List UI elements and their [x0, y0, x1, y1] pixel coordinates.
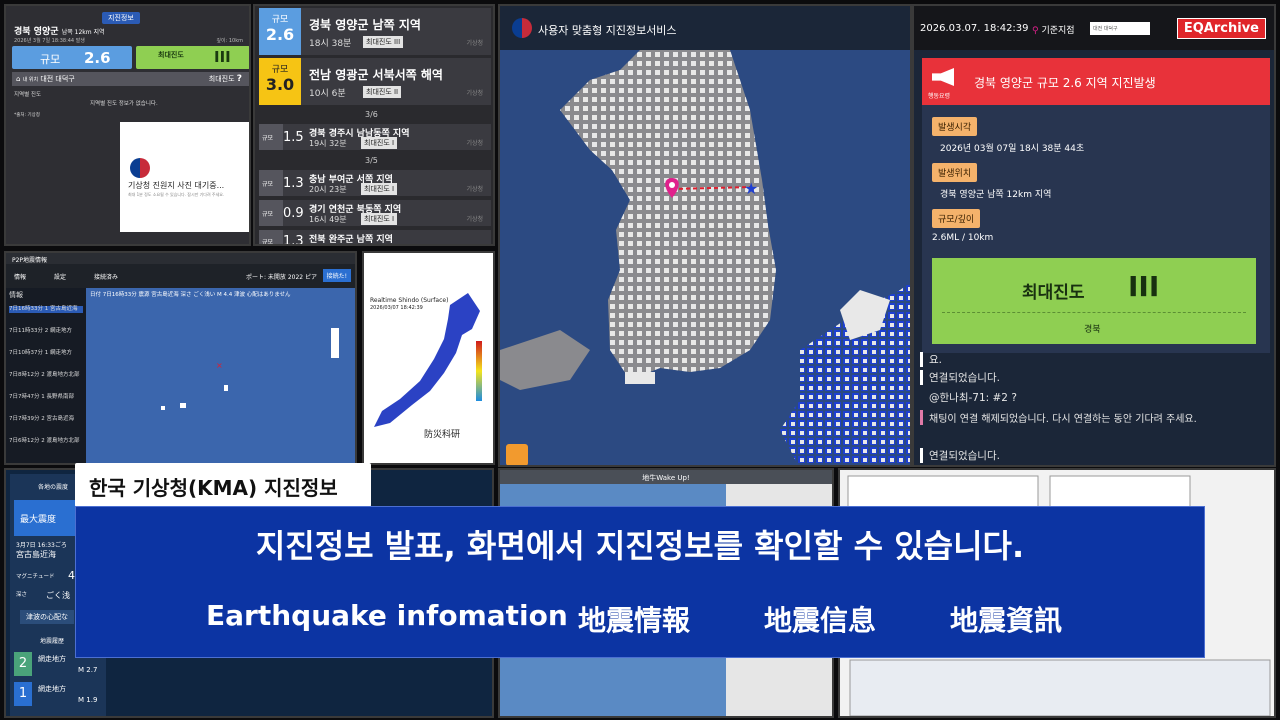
megaphone-icon [932, 68, 954, 86]
lang-ja: 地震情報 [578, 604, 691, 637]
list-item[interactable]: 7日6時12分 2 渡島地方北部 [9, 438, 83, 445]
issued-time: 2026년 3월 7일 18:38:44 발생 [14, 38, 85, 44]
chat-message: 연결되었습니다. [920, 448, 1270, 463]
map-svg: ★ [500, 50, 910, 465]
chat-message: @한나최-71: #2 ? [929, 392, 1017, 404]
brand-logo: EQArchive [1176, 18, 1266, 39]
max-intensity-box: 최대진도 III [136, 46, 249, 69]
magdepth-value: 2.6ML / 10km [932, 233, 994, 243]
list-item[interactable]: 7日7時47分 1 長野県南部 [9, 394, 83, 401]
ref-point-label: ⚲ 기준지점 [1032, 26, 1075, 36]
port-status: ポート: 未開放 2022 ピア [246, 274, 318, 281]
connect-button[interactable]: 接続た! [322, 269, 351, 282]
p2p-panel: P2P地震情報 情報 設定 接続済み ポート: 未開放 2022 ピア 接続た!… [4, 251, 357, 465]
no-info-text: 지역별 진도 정보가 없습니다. [90, 101, 158, 107]
kma-logo-icon [130, 158, 150, 178]
quake-item[interactable]: 규모 1.5 경북 경주시 남남동쪽 지역 19시 32분 최대진도 I 기상청 [259, 124, 491, 150]
overlay-main-text: 지진정보 발표, 화면에서 지진정보를 확인할 수 있습니다. [255, 527, 1025, 565]
lang-en: Earthquake infomation [206, 599, 568, 632]
list-item[interactable]: 7日7時39分 2 宮古島近海 [9, 416, 83, 423]
kma-logo-icon [512, 18, 532, 38]
list-item[interactable]: 7日10時37分 1 網走地方 [9, 350, 83, 357]
ref-point-select[interactable]: 대전 대덕구 [1090, 22, 1150, 35]
chat-message: 연결되었습니다. [920, 370, 1270, 385]
pin-icon: ⚲ [1032, 26, 1039, 36]
time-label: 발생시각 [932, 117, 978, 136]
info-topbar: 2026.03.07. 18:42:39 ⚲ 기준지점 대전 대덕구 EQArc… [914, 6, 1274, 50]
nied-brand: 防災科研 [424, 430, 461, 440]
map-header: 사용자 맞춤형 지진정보서비스 [500, 6, 910, 50]
quake-item[interactable]: 규모 1.3 전북 완주군 남쪽 지역 [259, 230, 491, 244]
max-intensity-card: 최대진도 III 경북 [932, 258, 1256, 344]
overlay-languages: Earthquake infomation 地震情報 地震信息 地震資訊 [76, 599, 1204, 639]
date-separator: 3/5 [365, 156, 378, 165]
my-location-row: ⌂ 내 위치 대전 대덕구 최대진도 ? [12, 72, 249, 86]
eq-info-panel: 2026.03.07. 18:42:39 ⚲ 기준지점 대전 대덕구 EQArc… [912, 4, 1276, 467]
list-item[interactable]: 7日16時33分 1 宮古島近海 [9, 306, 83, 313]
tab-settings[interactable]: 設定 [54, 272, 66, 281]
quake-item[interactable]: 규모 3.0 전남 영광군 서북서쪽 해역 10시 6분 최대진도 II 기상청 [259, 58, 491, 105]
clock: 2026.03.07. 18:42:39 [920, 23, 1029, 34]
svg-text:×: × [216, 361, 223, 370]
magdepth-label: 규모/깊이 [932, 209, 981, 228]
chat-message: 요. [920, 352, 1270, 367]
chat-message: 채팅이 연결 해제되었습니다. 다시 연결하는 동안 기다려 주세요. [920, 410, 1270, 425]
kma-location: 경북 영양군 남쪽 12km 지역 [14, 27, 105, 37]
islands-svg: × [161, 328, 339, 410]
list-item[interactable]: 7日8時12分 2 渡島地方北部 [9, 372, 83, 379]
quake-item[interactable]: 규모 0.9 경기 연천군 북동쪽 지역 16시 49분 최대진도 I 기상청 [259, 200, 491, 226]
overlay-tag: 한국 기상청(KMA) 지진정보 [75, 463, 371, 507]
p2p-header-text: 日付 7日16時33分 震源 宮古島近海 深さ ごく浅い M 4.4 津波 心配… [90, 292, 291, 298]
jiniu-titlebar: 地牛Wake Up! [500, 470, 832, 484]
tab-connected[interactable]: 接続済み [94, 272, 118, 281]
korea-map[interactable]: ★ [500, 50, 910, 465]
korea-map-panel: 사용자 맞춤형 지진정보서비스 ★ [498, 4, 912, 467]
place-value: 경북 영양군 남쪽 12km 지역 [940, 190, 1052, 200]
lang-zh-tw: 地震資訊 [950, 604, 1063, 637]
tab-info[interactable]: 情報 [14, 272, 26, 281]
place-label: 발생위치 [932, 163, 978, 182]
lang-zh-cn: 地震信息 [764, 604, 877, 637]
p2p-titlebar: P2P地震情報 [6, 253, 355, 264]
tsunami-button[interactable]: 津波の心配な [20, 610, 74, 624]
nied-shindo-panel: Realtime Shindo (Surface) 2026/03/07 18:… [362, 251, 495, 465]
info-tag: 지진정보 [102, 12, 140, 24]
quake-item[interactable]: 규모 1.3 충남 부여군 서쪽 지역 20시 23분 최대진도 I 기상청 [259, 170, 491, 196]
quake-detail-card: 발생시각 2026년 03월 07일 18시 38분 44초 발생위치 경북 영… [922, 105, 1270, 353]
local-intensity-label: 지역별 진도 [14, 92, 42, 98]
overlay-banner: 지진정보 발표, 화면에서 지진정보를 확인할 수 있습니다. Earthqua… [75, 506, 1205, 658]
quake-list-panel: 규모 2.6 경북 영양군 남쪽 지역 18시 38분 최대진도 III 기상청 … [253, 4, 495, 246]
quake-item[interactable]: 규모 2.6 경북 영양군 남쪽 지역 18시 38분 최대진도 III 기상청 [259, 8, 491, 55]
epicenter-image-card: 기상청 진원지 사진 대기중... 최대 1분 정도 소요될 수 있습니다. 잠… [120, 122, 249, 232]
source-text: *출처: 기상청 [14, 113, 40, 118]
home-icon: ⌂ [16, 75, 21, 83]
svg-text:★: ★ [744, 179, 758, 198]
depth-text: 깊이: 10km [216, 38, 243, 44]
kma-panel: 지진정보 경북 영양군 남쪽 12km 지역 2026년 3월 7일 18:38… [4, 4, 251, 246]
p2p-map[interactable]: 日付 7日16時33分 震源 宮古島近海 深さ ごく浅い M 4.4 津波 心配… [86, 288, 355, 463]
p2p-toolbar: 情報 設定 接続済み ポート: 未開放 2022 ピア 接続た! [6, 264, 355, 288]
nied-title: Realtime Shindo (Surface) [370, 297, 449, 304]
magnitude-box: 규모 2.6 [12, 46, 132, 69]
date-separator: 3/6 [365, 110, 378, 119]
time-value: 2026년 03월 07일 18시 38분 44초 [940, 144, 1085, 154]
p2p-list: 情報 7日16時33分 1 宮古島近海 7日11時33分 2 網走地方 7日10… [6, 288, 86, 463]
quake-alert-banner: 행동요령 경북 영양군 규모 2.6 지역 지진발생 [922, 58, 1270, 105]
notes-button[interactable] [506, 444, 528, 465]
nied-date: 2026/03/07 18:42:39 [370, 305, 423, 311]
list-item[interactable]: 7日11時33分 2 網走地方 [9, 328, 83, 335]
